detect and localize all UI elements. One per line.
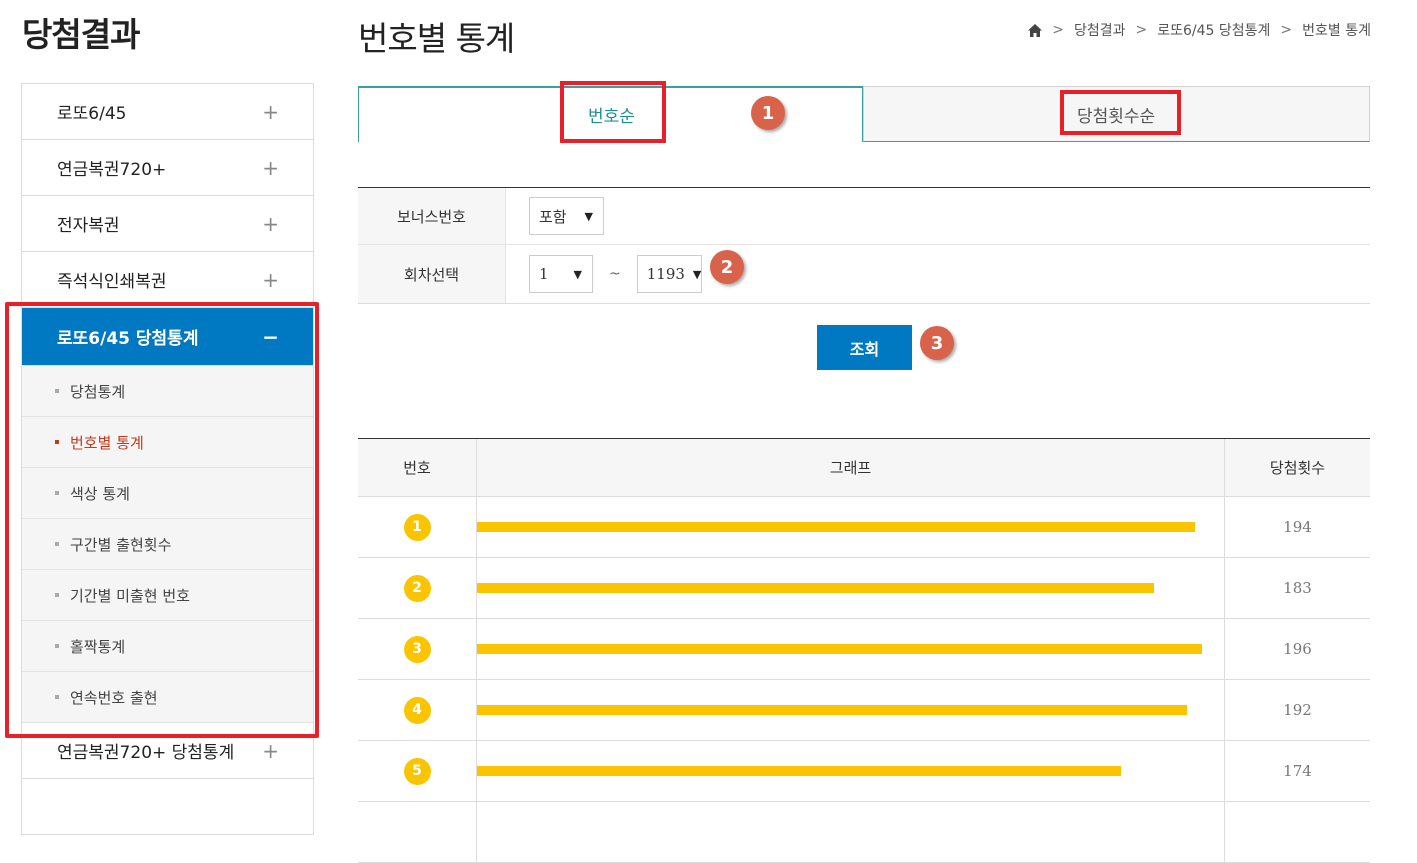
sidebar-item-e-lottery[interactable]: 전자복권 + xyxy=(22,196,313,252)
table-row: 4 192 xyxy=(358,680,1370,741)
column-header: 그래프 xyxy=(477,439,1225,496)
win-count: 183 xyxy=(1283,579,1312,597)
sidebar-item-label: 로또6/45 xyxy=(57,104,127,124)
table-header: 번호 그래프 당첨횟수 xyxy=(358,439,1370,497)
plus-icon: + xyxy=(262,267,279,292)
table-row: 2 183 xyxy=(358,558,1370,619)
number-ball: 4 xyxy=(403,696,431,724)
caret-down-icon: ▼ xyxy=(573,267,582,281)
plus-icon: + xyxy=(262,155,279,180)
highlight-box-tab1 xyxy=(560,81,666,143)
breadcrumb-separator: > xyxy=(1052,22,1064,38)
caret-down-icon: ▼ xyxy=(692,267,702,281)
breadcrumb-separator: > xyxy=(1135,22,1148,38)
win-count: 174 xyxy=(1283,762,1312,780)
table-row xyxy=(358,802,1370,863)
select-value: 1193 xyxy=(646,265,685,283)
sidebar-item-lotto645[interactable]: 로또6/45 + xyxy=(22,84,313,140)
count-bar xyxy=(477,766,1121,776)
count-bar xyxy=(477,705,1187,715)
number-ball: 2 xyxy=(403,574,431,602)
select-value: 1 xyxy=(539,265,549,283)
win-count: 194 xyxy=(1283,518,1312,536)
filter-label: 회차선택 xyxy=(358,245,506,303)
sidebar-item-label: 전자복권 xyxy=(57,216,120,236)
page-title: 번호별 통계 xyxy=(358,19,515,58)
home-icon[interactable] xyxy=(1028,23,1043,37)
breadcrumb-separator: > xyxy=(1280,22,1293,38)
table-row: 1 194 xyxy=(358,497,1370,558)
range-separator: ~ xyxy=(609,266,621,282)
caret-down-icon: ▼ xyxy=(584,209,593,223)
breadcrumb-item[interactable]: 당첨결과 xyxy=(1074,20,1126,40)
sidebar-item-next[interactable] xyxy=(22,779,313,835)
table-row: 5 174 xyxy=(358,741,1370,802)
sidebar-item-pension720[interactable]: 연금복권720+ + xyxy=(22,140,313,196)
filter-label: 보너스번호 xyxy=(358,188,506,244)
sidebar-item-label: 즉석식인쇄복권 xyxy=(57,272,167,292)
sidebar-item-label: 연금복권720+ 당첨통계 xyxy=(57,743,235,763)
plus-icon: + xyxy=(262,99,279,124)
section-title: 당첨결과 xyxy=(22,15,140,54)
filter-table: 보너스번호 포함 ▼ 회차선택 1 ▼ ~ 1193 ▼ xyxy=(358,187,1370,304)
win-count: 192 xyxy=(1283,701,1312,719)
number-ball: 3 xyxy=(403,635,431,663)
count-bar xyxy=(477,583,1154,593)
count-bar xyxy=(477,522,1195,532)
filter-row-round: 회차선택 1 ▼ ~ 1193 ▼ xyxy=(358,245,1370,303)
highlight-box-tab2 xyxy=(1060,90,1181,135)
round-from-select[interactable]: 1 ▼ xyxy=(529,255,593,293)
select-value: 포함 xyxy=(539,207,567,226)
plus-icon: + xyxy=(262,738,279,763)
number-ball: 5 xyxy=(403,757,431,785)
bonus-select[interactable]: 포함 ▼ xyxy=(529,197,604,235)
table-row: 3 196 xyxy=(358,619,1370,680)
highlight-box-sidebar xyxy=(5,302,319,738)
result-table: 번호 그래프 당첨횟수 1 194 2 183 3 196 4 192 5 174 xyxy=(358,438,1370,863)
column-header: 당첨횟수 xyxy=(1269,459,1326,477)
step-badge: 2 xyxy=(710,250,744,284)
round-to-select[interactable]: 1193 ▼ xyxy=(636,255,702,293)
filter-row-bonus: 보너스번호 포함 ▼ xyxy=(358,188,1370,245)
column-header: 번호 xyxy=(358,439,477,496)
plus-icon: + xyxy=(262,211,279,236)
breadcrumb-item[interactable]: 번호별 통계 xyxy=(1302,20,1371,40)
search-button[interactable]: 조회 xyxy=(817,325,912,370)
number-ball: 1 xyxy=(403,513,431,541)
step-badge: 3 xyxy=(920,326,954,360)
breadcrumb: > 당첨결과 > 로또6/45 당첨통계 > 번호별 통계 xyxy=(1028,20,1371,40)
win-count: 196 xyxy=(1283,640,1312,658)
step-badge: 1 xyxy=(751,96,785,130)
sidebar-item-label: 연금복권720+ xyxy=(57,160,167,180)
count-bar xyxy=(477,644,1202,654)
sidebar-item-instant[interactable]: 즉석식인쇄복권 + xyxy=(22,252,313,308)
breadcrumb-item[interactable]: 로또6/45 당첨통계 xyxy=(1157,20,1270,40)
